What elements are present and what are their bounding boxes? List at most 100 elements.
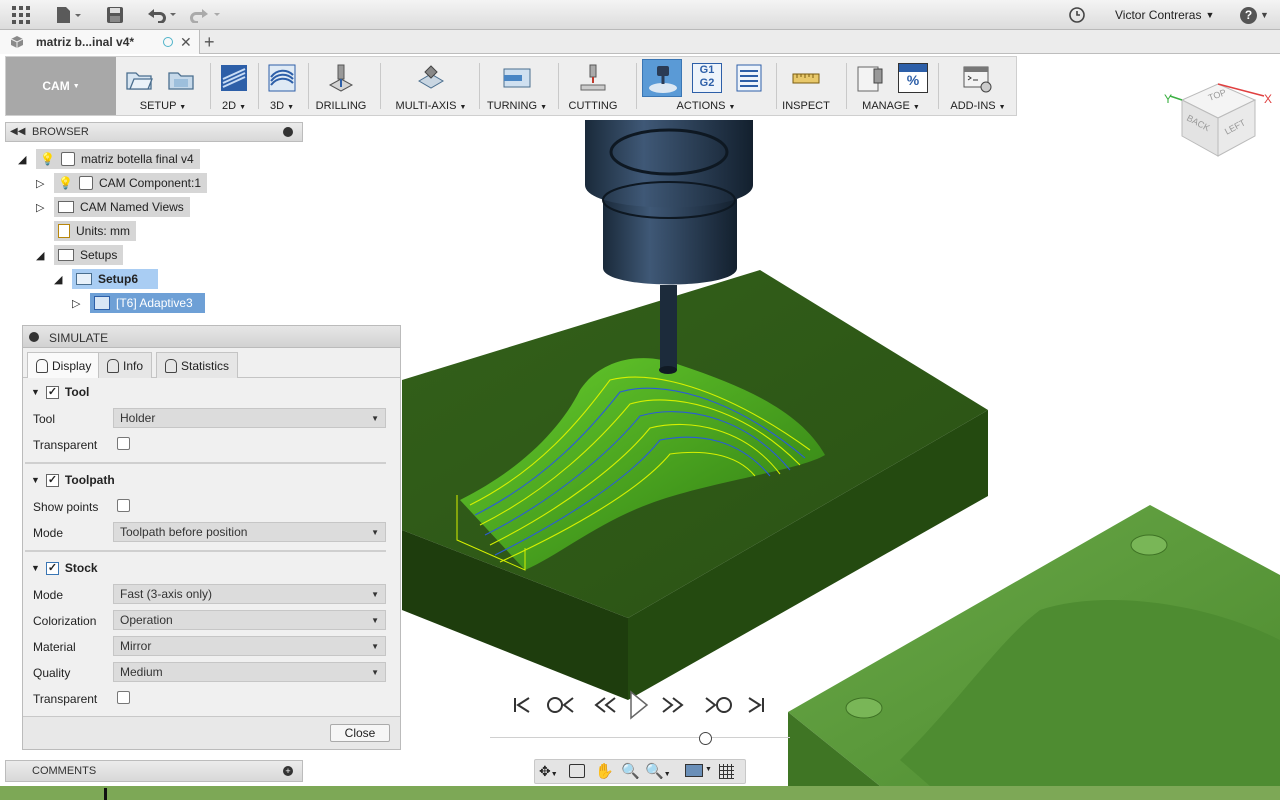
dropdown-arrow-icon: ▼ bbox=[371, 615, 379, 625]
stock-mode-select[interactable]: Fast (3-axis only) ▼ bbox=[113, 584, 386, 604]
expand-triangle-icon[interactable]: ▷ bbox=[72, 297, 90, 310]
add-comment-icon[interactable]: + bbox=[283, 766, 293, 776]
collapse-triangle-icon[interactable]: ▼ bbox=[31, 387, 40, 397]
simulate-icon[interactable] bbox=[642, 59, 682, 97]
3d-toolpath-icon bbox=[267, 63, 297, 93]
tool-select[interactable]: Holder ▼ bbox=[113, 408, 386, 428]
3d-group-label: 3D bbox=[269, 100, 285, 112]
document-tab[interactable]: matriz b...inal v4* ✕ bbox=[0, 30, 200, 54]
file-menu-icon[interactable] bbox=[56, 6, 82, 24]
collapse-triangle-icon[interactable]: ◢ bbox=[36, 249, 54, 262]
stock-transparent-checkbox[interactable] bbox=[117, 691, 130, 704]
actions-group[interactable]: G1 G2 ACTIONS ▼ bbox=[640, 57, 772, 115]
tab-info[interactable]: Info bbox=[98, 352, 153, 378]
orbit-icon[interactable]: ✥▼ bbox=[539, 763, 558, 780]
close-button[interactable]: Close bbox=[330, 724, 390, 742]
document-tab-bar: matriz b...inal v4* ✕ + bbox=[0, 30, 1280, 54]
new-tab-icon[interactable]: + bbox=[204, 32, 215, 53]
collapse-triangle-icon[interactable]: ◢ bbox=[54, 273, 72, 286]
scripts-icon bbox=[962, 63, 992, 93]
tree-node-named-views[interactable]: ▷ CAM Named Views bbox=[36, 197, 303, 217]
chevron-down-icon[interactable]: ▼ bbox=[705, 766, 712, 773]
show-points-checkbox[interactable] bbox=[117, 499, 130, 512]
zoom-window-icon[interactable]: 🔍▼ bbox=[645, 762, 671, 780]
quality-label: Quality bbox=[33, 666, 71, 680]
tree-node-setup6[interactable]: ◢ Setup6 bbox=[54, 269, 303, 289]
tree-node-root[interactable]: ◢ 💡 matriz botella final v4 bbox=[18, 149, 303, 169]
tree-node-cam-component[interactable]: ▷ 💡 CAM Component:1 bbox=[36, 173, 303, 193]
close-tab-icon[interactable]: ✕ bbox=[180, 34, 192, 51]
step-forward-button[interactable] bbox=[660, 693, 686, 717]
visibility-bulb-icon[interactable]: 💡 bbox=[40, 152, 55, 166]
expand-triangle-icon[interactable]: ▷ bbox=[36, 201, 54, 214]
simulate-header[interactable]: SIMULATE bbox=[23, 326, 400, 348]
app-grid-icon[interactable] bbox=[12, 6, 30, 24]
tab-display[interactable]: Display bbox=[27, 352, 101, 378]
go-to-start-button[interactable] bbox=[510, 693, 534, 717]
collapse-triangle-icon[interactable]: ◢ bbox=[18, 153, 36, 166]
save-icon[interactable] bbox=[106, 6, 124, 24]
3d-group[interactable]: 3D ▼ bbox=[260, 57, 304, 115]
tool-transparent-checkbox[interactable] bbox=[117, 437, 130, 450]
tab-statistics[interactable]: Statistics bbox=[156, 352, 239, 378]
toolpath-section-header[interactable]: ▼ ✓ Toolpath bbox=[31, 473, 115, 487]
toolpath-mode-select[interactable]: Toolpath before position ▼ bbox=[113, 522, 386, 542]
stock-checkbox[interactable]: ✓ bbox=[45, 561, 59, 575]
grid-settings-icon[interactable] bbox=[719, 764, 734, 779]
go-to-end-button[interactable] bbox=[744, 693, 768, 717]
redo-icon[interactable] bbox=[190, 7, 222, 24]
expand-triangle-icon[interactable]: ▷ bbox=[36, 177, 54, 190]
2d-toolpath-icon bbox=[219, 63, 249, 93]
timeline-marker[interactable] bbox=[104, 788, 107, 800]
stock-section-header[interactable]: ▼ ✓ Stock bbox=[31, 561, 98, 575]
colorization-select[interactable]: Operation ▼ bbox=[113, 610, 386, 630]
toolpath-mode-label: Mode bbox=[33, 526, 64, 540]
drilling-button[interactable]: DRILLING bbox=[310, 57, 372, 115]
cutting-button[interactable]: CUTTING bbox=[562, 57, 624, 115]
timeline-slider[interactable] bbox=[490, 732, 790, 745]
next-operation-button[interactable] bbox=[702, 693, 734, 717]
multi-axis-group[interactable]: MULTI-AXIS ▼ bbox=[386, 57, 476, 115]
step-back-button[interactable] bbox=[592, 693, 618, 717]
turning-group[interactable]: TURNING ▼ bbox=[482, 57, 552, 115]
material-select[interactable]: Mirror ▼ bbox=[113, 636, 386, 656]
minus-icon[interactable] bbox=[29, 332, 39, 342]
view-cube[interactable]: TOP BACK LEFT X Y bbox=[1160, 78, 1275, 163]
collapse-triangle-icon[interactable]: ▼ bbox=[31, 475, 40, 485]
pan-hand-icon[interactable]: ✋ bbox=[595, 762, 614, 780]
setup-group[interactable]: SETUP ▼ bbox=[118, 57, 208, 115]
inspect-button[interactable]: INSPECT bbox=[778, 57, 834, 115]
visibility-bulb-icon[interactable]: 💡 bbox=[58, 176, 73, 190]
zoom-icon[interactable]: 🔍 bbox=[621, 762, 640, 780]
workspace-switcher[interactable]: CAM ▼ bbox=[6, 57, 116, 115]
display-settings-icon[interactable] bbox=[685, 764, 703, 777]
look-at-icon[interactable] bbox=[569, 764, 585, 778]
2d-group-label: 2D bbox=[221, 100, 237, 112]
quality-select[interactable]: Medium ▼ bbox=[113, 662, 386, 682]
add-ins-group[interactable]: ADD-INS ▼ bbox=[942, 57, 1014, 115]
tree-node-adaptive3[interactable]: ▷ [T6] Adaptive3 bbox=[72, 293, 303, 313]
collapse-triangle-icon[interactable]: ▼ bbox=[31, 563, 40, 573]
manage-group[interactable]: % MANAGE ▼ bbox=[848, 57, 934, 115]
tree-node-label: [T6] Adaptive3 bbox=[116, 296, 193, 310]
multi-axis-label: MULTI-AXIS bbox=[395, 100, 457, 112]
timeline-handle[interactable] bbox=[699, 732, 712, 745]
job-status-clock-icon[interactable] bbox=[1069, 7, 1085, 23]
tool-section-header[interactable]: ▼ ✓ Tool bbox=[31, 385, 89, 399]
help-menu[interactable]: ? ▼ bbox=[1240, 6, 1269, 24]
undo-icon[interactable] bbox=[146, 7, 178, 24]
previous-operation-button[interactable] bbox=[545, 693, 577, 717]
comments-panel-header[interactable]: COMMENTS + bbox=[5, 760, 303, 782]
browser-header[interactable]: ◀◀ BROWSER bbox=[5, 122, 303, 142]
minus-icon[interactable] bbox=[283, 127, 293, 137]
toolpath-checkbox[interactable]: ✓ bbox=[45, 473, 59, 487]
collapse-panel-icon[interactable]: ◀◀ bbox=[10, 126, 25, 137]
play-button[interactable] bbox=[626, 690, 652, 720]
tree-node-setups[interactable]: ◢ Setups bbox=[36, 245, 303, 265]
tool-library-icon bbox=[856, 63, 886, 93]
2d-group[interactable]: 2D ▼ bbox=[212, 57, 256, 115]
user-menu[interactable]: Victor Contreras ▼ bbox=[1115, 8, 1214, 24]
tree-node-units[interactable]: Units: mm bbox=[54, 221, 303, 241]
tool-checkbox[interactable]: ✓ bbox=[45, 385, 59, 399]
browser-title: BROWSER bbox=[32, 126, 89, 138]
